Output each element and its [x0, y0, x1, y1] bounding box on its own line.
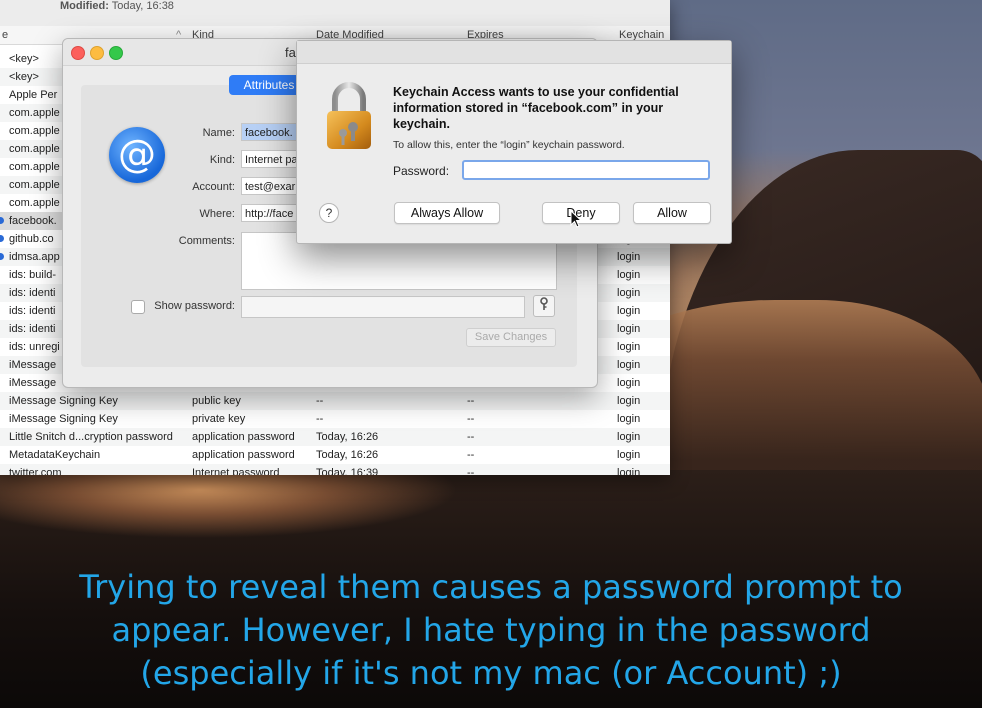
cell-name: iMessage Signing Key [9, 413, 118, 425]
cell-expires: -- [467, 467, 475, 475]
cell-keychain: login [617, 287, 641, 299]
cell-keychain: login [617, 449, 641, 461]
cell-name: com.apple [9, 143, 60, 155]
cell-name: MetadataKeychain [9, 449, 101, 461]
cell-name: ids: identi [9, 287, 56, 299]
cell-kind: Internet password [192, 467, 280, 475]
cell-date: Today, 16:26 [316, 431, 379, 443]
cell-name: ids: identi [9, 305, 56, 317]
cell-kind: application password [192, 431, 295, 443]
account-field[interactable]: test@exar [241, 177, 301, 195]
show-password-label: Show password: [154, 300, 235, 312]
password-reveal-field [241, 296, 525, 318]
dialog-titlebar [297, 41, 731, 64]
cell-name: facebook. [9, 215, 57, 227]
save-changes-button[interactable]: Save Changes [466, 328, 556, 347]
cell-name: Little Snitch d...cryption password [9, 431, 173, 443]
kind-field[interactable]: Internet pa [241, 150, 301, 168]
modified-value: Today, 16:38 [111, 0, 174, 12]
key-icon[interactable] [533, 295, 555, 317]
selection-dot-icon [0, 235, 4, 242]
cell-name: github.co [9, 233, 54, 245]
cell-name: twitter.com [9, 467, 62, 475]
cell-name: iMessage Signing Key [9, 395, 118, 407]
modified-label: Modified: [60, 0, 109, 12]
cell-name: iMessage [9, 359, 57, 371]
cell-name: com.apple [9, 107, 60, 119]
account-label: Account: [192, 181, 235, 193]
cell-name: Apple Per [9, 89, 58, 101]
cell-keychain: login [617, 341, 641, 353]
cell-name: ids: identi [9, 323, 56, 335]
cell-kind: public key [192, 395, 241, 407]
cell-keychain: login [617, 467, 641, 475]
where-label: Where: [199, 208, 235, 220]
allow-button[interactable]: Allow [633, 202, 711, 224]
cell-keychain: login [617, 413, 641, 425]
where-field[interactable]: http://face [241, 204, 301, 222]
kind-label: Kind: [209, 154, 235, 166]
cell-date: -- [316, 395, 324, 407]
comments-label: Comments: [178, 235, 235, 247]
cell-name: ids: build- [9, 269, 57, 281]
caption-line: (especially if it's not my mac (or Accou… [140, 654, 842, 692]
keychain-info-bar: Modified: Today, 16:38 [0, 0, 670, 27]
cell-keychain: login [617, 395, 641, 407]
caption-line: Trying to reveal them causes a password … [79, 568, 903, 606]
cell-name: <key> [9, 53, 39, 65]
key-glyph-icon [540, 297, 548, 310]
lock-icon [327, 82, 371, 149]
column-header-name[interactable]: e [2, 29, 8, 41]
cell-name: ids: unregi [9, 341, 60, 353]
cell-expires: -- [467, 395, 475, 407]
table-row[interactable]: MetadataKeychain application password Toda… [0, 446, 670, 464]
cell-name: <key> [9, 71, 39, 83]
cell-keychain: login [617, 359, 641, 371]
minimize-window-button[interactable] [90, 46, 104, 60]
mouse-pointer-icon [570, 210, 582, 228]
cell-name: com.apple [9, 161, 60, 173]
cell-keychain: login [617, 323, 641, 335]
cell-name: idmsa.app [9, 251, 60, 263]
zoom-window-button[interactable] [109, 46, 123, 60]
name-label: Name: [202, 127, 235, 139]
keychain-password-dialog: Keychain Access wants to use your confid… [296, 40, 732, 244]
cell-keychain: login [617, 431, 641, 443]
cell-name: iMessage [9, 377, 57, 389]
cell-expires: -- [467, 413, 475, 425]
selection-dot-icon [0, 217, 4, 224]
cell-keychain: login [617, 251, 641, 263]
cell-kind: application password [192, 449, 295, 461]
cell-date: -- [316, 413, 324, 425]
close-window-button[interactable] [71, 46, 85, 60]
cell-name: com.apple [9, 125, 60, 137]
cell-keychain: login [617, 269, 641, 281]
cell-keychain: login [617, 305, 641, 317]
cell-name: com.apple [9, 179, 60, 191]
cell-expires: -- [467, 449, 475, 461]
cell-date: Today, 16:39 [316, 467, 379, 475]
password-input[interactable] [462, 160, 710, 180]
cell-keychain: login [617, 377, 641, 389]
password-label: Password: [393, 164, 450, 178]
dialog-message-subtitle: To allow this, enter the “login” keychai… [393, 139, 625, 151]
window-title: fa [285, 45, 296, 60]
name-field[interactable]: facebook. [241, 123, 301, 141]
cell-name: com.apple [9, 197, 60, 209]
table-row[interactable]: iMessage Signing Key private key -- -- login [0, 410, 670, 428]
dialog-message-title: Keychain Access wants to use your confid… [393, 85, 679, 131]
table-row[interactable]: twitter.com Internet password Today, 16:39… [0, 464, 670, 475]
cell-date: Today, 16:26 [316, 449, 379, 461]
help-button[interactable]: ? [319, 203, 339, 223]
table-row[interactable]: Little Snitch d...cryption password appli… [0, 428, 670, 446]
selection-dot-icon [0, 253, 4, 260]
cell-expires: -- [467, 431, 475, 443]
cell-kind: private key [192, 413, 246, 425]
caption-line: appear. However, I hate typing in the pa… [111, 611, 871, 649]
video-caption: Trying to reveal them causes a password … [0, 566, 982, 695]
table-row[interactable]: iMessage Signing Key public key -- -- login [0, 392, 670, 410]
always-allow-button[interactable]: Always Allow [394, 202, 500, 224]
